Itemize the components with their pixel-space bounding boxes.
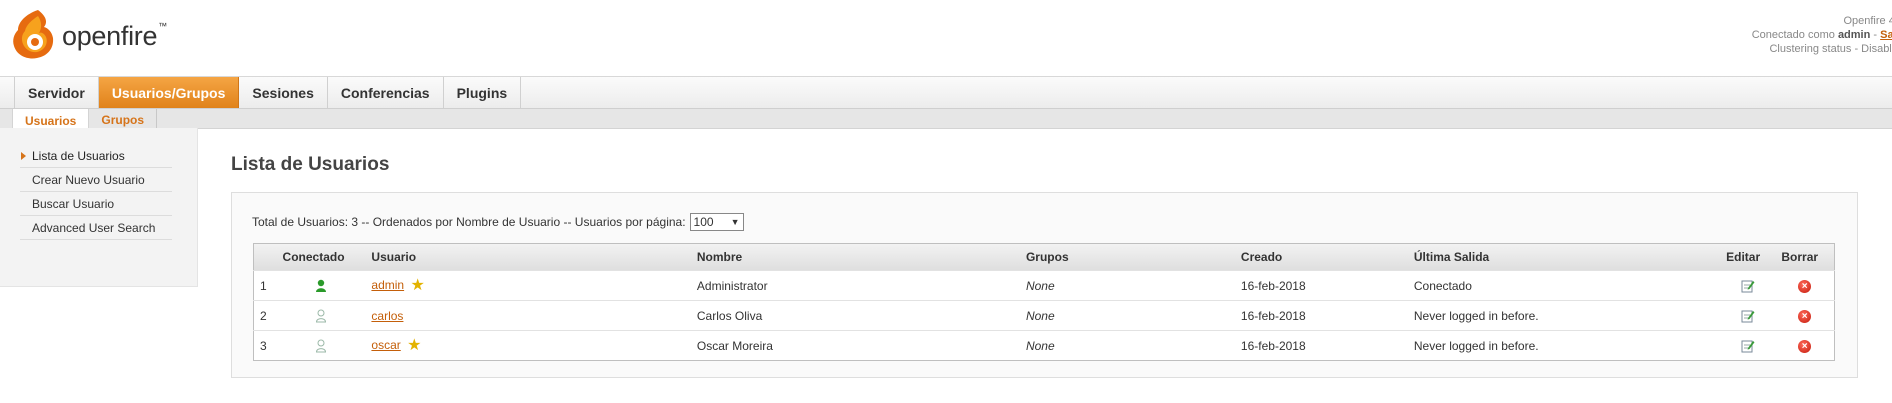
main-nav: Servidor Usuarios/Grupos Sesiones Confer… — [0, 76, 1892, 109]
tab-conferencias[interactable]: Conferencias — [328, 77, 444, 108]
name-cell: Administrator — [696, 278, 768, 293]
edit-cell — [1720, 271, 1775, 301]
sidebar: Lista de Usuarios Crear Nuevo Usuario Bu… — [0, 128, 198, 287]
per-page-select[interactable]: 100 ▼ — [689, 213, 744, 231]
connected-as: Conectado como admin - Salir — [1752, 28, 1892, 42]
users-summary: Total de Usuarios: 3 -- Ordenados por No… — [252, 213, 744, 231]
created-cell: 16-feb-2018 — [1240, 338, 1306, 353]
edit-icon[interactable] — [1741, 279, 1755, 293]
main-content: Lista de Usuarios Total de Usuarios: 3 -… — [231, 128, 1892, 378]
col-header-grupos: Grupos — [1025, 250, 1069, 264]
username-link[interactable]: oscar — [371, 338, 400, 352]
clustering-status: Clustering status - Disabled — [1769, 43, 1892, 55]
col-header-nombre[interactable]: Nombre — [691, 244, 1020, 271]
delete-icon[interactable]: × — [1798, 309, 1812, 323]
openfire-flame-icon — [13, 10, 54, 59]
tab-usuarios-grupos[interactable]: Usuarios/Grupos — [98, 77, 240, 108]
last-logout-cell: Never logged in before. — [1413, 338, 1539, 353]
name-cell: Carlos Oliva — [696, 308, 763, 323]
subtab-usuarios[interactable]: Usuarios — [12, 109, 90, 129]
delete-cell: × — [1775, 331, 1834, 361]
delete-icon[interactable]: × — [1798, 339, 1812, 353]
table-header-row: Conectado Usuario Nombre Grupos Creado Ú… — [253, 243, 1835, 271]
tab-sesiones[interactable]: Sesiones — [239, 77, 328, 108]
user-offline-icon — [315, 339, 326, 353]
sidebar-item-buscar-usuario[interactable]: Buscar Usuario — [20, 192, 172, 216]
edit-cell — [1720, 331, 1775, 361]
created-cell: 16-feb-2018 — [1240, 278, 1306, 293]
col-header-creado[interactable]: Creado — [1235, 244, 1408, 271]
sidebar-item-crear-nuevo-usuario[interactable]: Crear Nuevo Usuario — [20, 168, 172, 192]
edit-icon[interactable] — [1741, 339, 1755, 353]
online-status-cell — [277, 301, 366, 331]
username-cell: admin ★ — [365, 271, 690, 301]
table-row: 2 carlos Carlos Oliva None 16-feb-2018 N… — [253, 300, 1835, 331]
col-header-borrar: Borrar — [1781, 250, 1819, 264]
username-cell: oscar ★ — [365, 331, 690, 361]
subtab-grupos[interactable]: Grupos — [89, 109, 158, 128]
delete-cell: × — [1775, 271, 1834, 301]
col-header-ultima-salida[interactable]: Última Salida — [1408, 244, 1720, 271]
tab-plugins[interactable]: Plugins — [444, 77, 522, 108]
sub-nav: Usuarios Grupos — [0, 109, 1892, 129]
delete-cell: × — [1775, 301, 1834, 331]
table-row: 1 admin ★ Administrator None 16-feb-2018… — [253, 270, 1835, 301]
header: openfire™ Openfire 4.2 Conectado como ad… — [0, 0, 1892, 76]
row-number: 1 — [260, 278, 267, 293]
tab-servidor[interactable]: Servidor — [14, 77, 99, 108]
user-online-icon — [315, 279, 326, 292]
sidebar-item-advanced-user-search[interactable]: Advanced User Search — [20, 216, 172, 240]
groups-cell: None — [1025, 338, 1055, 353]
star-icon: ★ — [410, 276, 425, 294]
summary-text: Total de Usuarios: 3 -- Ordenados por No… — [252, 215, 686, 229]
star-icon: ★ — [407, 336, 422, 354]
online-status-cell — [277, 271, 366, 301]
name-cell: Oscar Moreira — [696, 338, 773, 353]
edit-icon[interactable] — [1741, 309, 1755, 323]
users-table: Conectado Usuario Nombre Grupos Creado Ú… — [253, 243, 1835, 361]
groups-cell: None — [1025, 278, 1055, 293]
edit-cell — [1720, 301, 1775, 331]
col-header-num — [254, 244, 277, 271]
username-cell: carlos — [365, 301, 690, 331]
row-number: 3 — [260, 338, 267, 353]
page-title: Lista de Usuarios — [231, 154, 390, 175]
username-link[interactable]: admin — [371, 278, 404, 292]
logout-link[interactable]: Salir — [1880, 29, 1892, 41]
version-text: Openfire 4.2 — [1843, 15, 1892, 27]
delete-icon[interactable]: × — [1798, 279, 1812, 293]
user-offline-icon — [315, 309, 326, 323]
chevron-down-icon: ▼ — [730, 217, 740, 227]
groups-cell: None — [1025, 308, 1055, 323]
app-name: openfire™ — [62, 20, 167, 51]
current-user: admin — [1837, 29, 1871, 41]
col-header-conectado[interactable]: Conectado — [277, 244, 366, 271]
table-row: 3 oscar ★ Oscar Moreira None 16-feb-2018… — [253, 330, 1835, 361]
openfire-logo[interactable]: openfire™ — [8, 6, 167, 62]
last-logout-cell: Never logged in before. — [1413, 308, 1539, 323]
online-status-cell — [277, 331, 366, 361]
col-header-editar: Editar — [1726, 250, 1761, 264]
user-info: Openfire 4.2 Conectado como admin - Sali… — [1752, 14, 1892, 56]
created-cell: 16-feb-2018 — [1240, 308, 1306, 323]
col-header-usuario[interactable]: Usuario — [365, 244, 690, 271]
username-link[interactable]: carlos — [371, 309, 403, 323]
row-number: 2 — [260, 308, 267, 323]
sidebar-item-lista-de-usuarios[interactable]: Lista de Usuarios — [20, 144, 172, 168]
users-panel: Total de Usuarios: 3 -- Ordenados por No… — [231, 192, 1858, 378]
last-logout-cell: Conectado — [1413, 278, 1472, 293]
